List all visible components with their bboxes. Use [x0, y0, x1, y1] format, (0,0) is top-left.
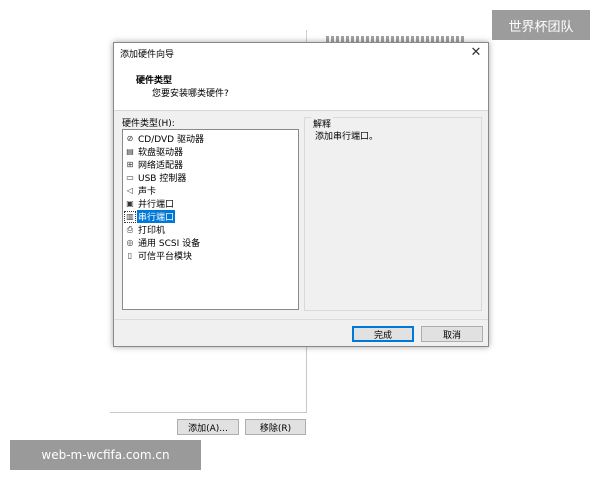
hardware-list-item-label: 软盘驱动器 — [138, 148, 184, 158]
footer-divider — [114, 319, 488, 320]
hardware-list-item[interactable]: ▥ 串行端口 — [123, 210, 298, 223]
hardware-list-item-label: 串行端口 — [137, 210, 176, 223]
header-subtitle: 您要安装哪类硬件? — [152, 89, 229, 99]
description-text: 添加串行端口。 — [315, 132, 379, 142]
speaker-icon: ◁ — [126, 185, 134, 195]
hardware-list-item[interactable]: ▯ 可信平台模块 — [123, 249, 298, 262]
close-icon[interactable]: ✕ — [468, 44, 484, 60]
scsi-icon: ◎ — [126, 237, 134, 247]
tpm-icon: ▯ — [127, 250, 133, 260]
hardware-list-item-label: 网络适配器 — [138, 161, 184, 171]
watermark-top-right: 世界杯团队 — [492, 10, 590, 40]
watermark-bottom-left: web-m-wcfifa.com.cn — [10, 440, 201, 470]
hardware-list-item-label: 可信平台模块 — [138, 252, 193, 262]
hardware-list-item[interactable]: ◁ 声卡 — [123, 184, 298, 197]
wizard-header: 硬件类型 您要安装哪类硬件? — [114, 63, 488, 110]
cancel-button[interactable]: 取消 — [421, 326, 483, 342]
hardware-list-item-label: 通用 SCSI 设备 — [138, 239, 201, 249]
network-icon: ⊞ — [126, 159, 134, 169]
add-hardware-wizard-dialog: 添加硬件向导 ✕ 硬件类型 您要安装哪类硬件? 硬件类型(H): ⊘ CD/DVD… — [113, 42, 489, 347]
dialog-title: 添加硬件向导 — [120, 50, 175, 60]
hardware-type-label: 硬件类型(H): — [122, 119, 175, 129]
hardware-list-item[interactable]: ⎙ 打印机 — [123, 223, 298, 236]
background-add-button[interactable]: 添加(A)... — [177, 419, 239, 435]
header-title: 硬件类型 — [136, 76, 173, 86]
printer-icon: ⎙ — [126, 224, 134, 234]
hardware-list-item-label: 声卡 — [138, 187, 157, 197]
serial-port-icon: ▥ — [124, 210, 136, 223]
hardware-list-item[interactable]: ▣ 并行端口 — [123, 197, 298, 210]
hardware-list-item[interactable]: ⊞ 网络适配器 — [123, 158, 298, 171]
hardware-list-item[interactable]: ▤ 软盘驱动器 — [123, 145, 298, 158]
hardware-list-item-label: USB 控制器 — [138, 174, 187, 184]
description-group: 解释 添加串行端口。 — [304, 117, 482, 311]
usb-icon: ▭ — [126, 172, 134, 182]
wizard-body: 硬件类型(H): ⊘ CD/DVD 驱动器 ▤ 软盘驱动器 ⊞ 网络适配器 ▭ USB 控制器… — [114, 111, 488, 346]
hardware-list-item[interactable]: ▭ USB 控制器 — [123, 171, 298, 184]
parallel-port-icon: ▣ — [126, 198, 134, 208]
finish-button[interactable]: 完成 — [352, 326, 414, 342]
hardware-type-list[interactable]: ⊘ CD/DVD 驱动器 ▤ 软盘驱动器 ⊞ 网络适配器 ▭ USB 控制器 ◁ 声卡 ▣ 并行端口 ▥… — [122, 129, 299, 310]
hardware-list-item-label: 并行端口 — [138, 200, 175, 210]
dialog-titlebar: 添加硬件向导 ✕ — [114, 43, 488, 63]
floppy-icon: ▤ — [126, 146, 134, 156]
hardware-list-item[interactable]: ⊘ CD/DVD 驱动器 — [123, 132, 298, 145]
disc-icon: ⊘ — [126, 133, 134, 143]
hardware-list-item[interactable]: ◎ 通用 SCSI 设备 — [123, 236, 298, 249]
hardware-list-item-label: CD/DVD 驱动器 — [138, 135, 204, 145]
background-remove-button[interactable]: 移除(R) — [245, 419, 306, 435]
hardware-list-item-label: 打印机 — [138, 226, 166, 236]
